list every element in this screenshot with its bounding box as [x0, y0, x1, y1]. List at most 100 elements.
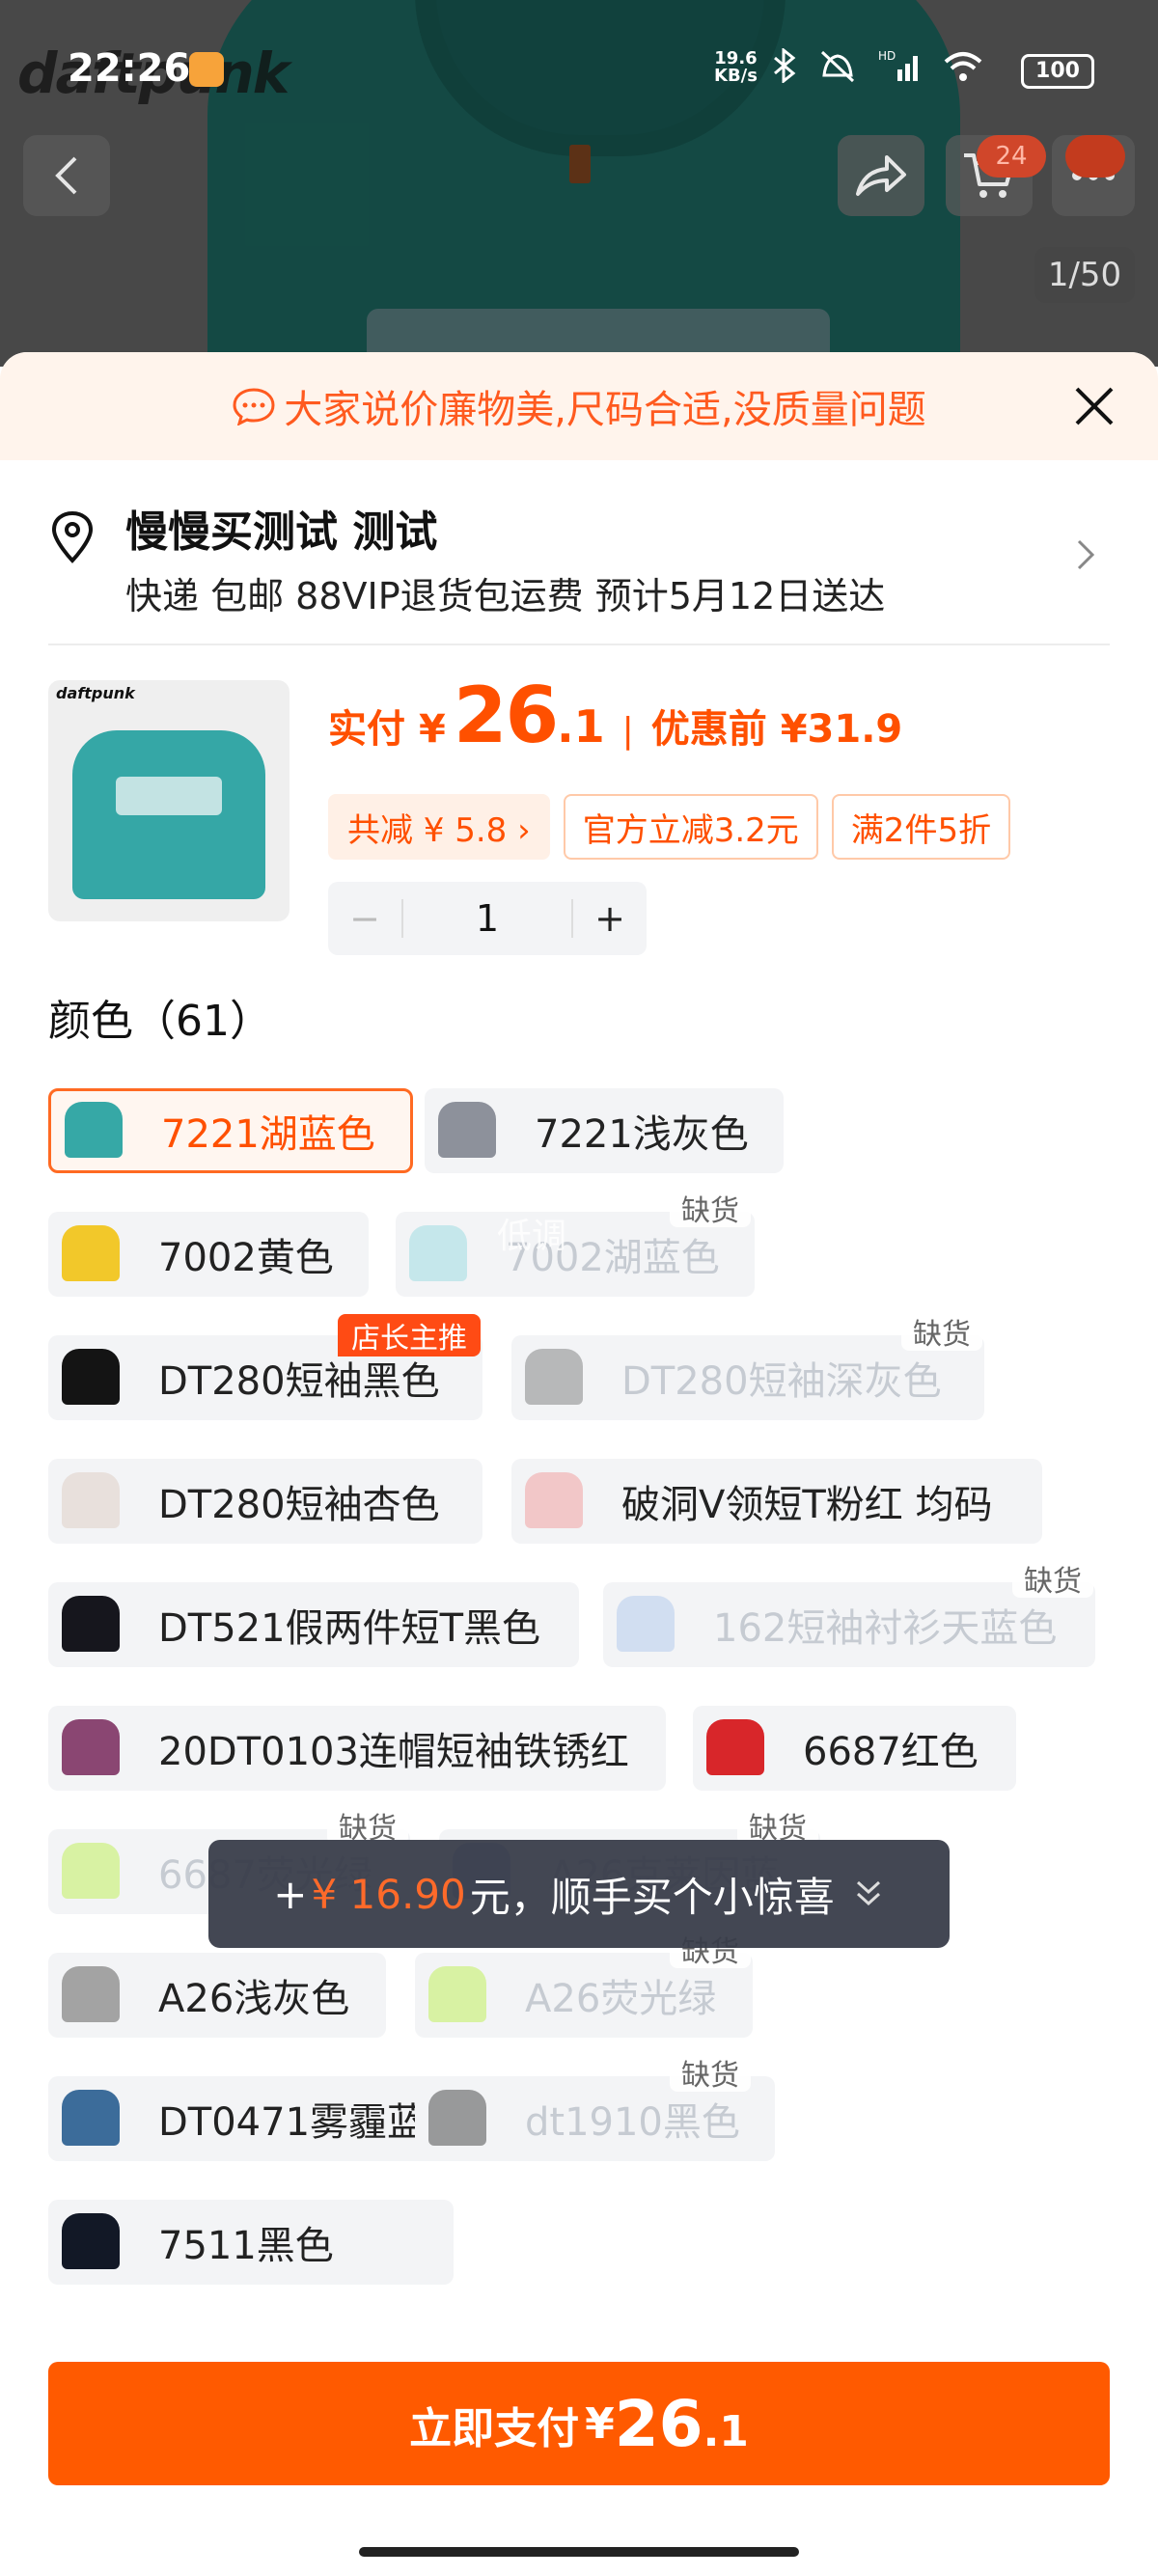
banner-text: 大家说价廉物美,尺码合适,没质量问题 — [284, 388, 926, 432]
out-of-stock-tag: 缺货 — [737, 1806, 818, 1846]
color-swatch-image — [55, 1092, 132, 1169]
color-option-label: DT280短袖杏色 — [158, 1483, 440, 1527]
color-option-label: 7511黑色 — [158, 2224, 334, 2268]
color-option-label: DT280短袖深灰色 — [621, 1359, 942, 1404]
color-swatch-image — [52, 1339, 129, 1416]
color-option-label: DT521假两件短T黑色 — [158, 1606, 541, 1651]
product-thumbnail[interactable]: daftpunk — [48, 680, 290, 921]
color-option-label: 7221浅灰色 — [535, 1112, 749, 1157]
image-overlay-text: 低调 — [497, 1217, 567, 1256]
toast-amount: ¥ 16.90 — [311, 1870, 466, 1918]
toast-text: 元，顺手买个小惊喜 — [469, 1873, 835, 1921]
color-swatch-image — [515, 1463, 593, 1540]
out-of-stock-tag: 缺货 — [670, 1189, 751, 1228]
pay-label: 立即支付 — [409, 2403, 580, 2453]
color-option[interactable]: 7002黄色 — [48, 1212, 369, 1297]
cart-count-badge: 24 — [977, 135, 1046, 178]
decrease-button[interactable]: − — [328, 897, 401, 940]
color-swatch-image — [419, 2080, 496, 2157]
official-discount-chip: 官方立减3.2元 — [563, 794, 818, 860]
out-of-stock-tag: 缺货 — [327, 1806, 408, 1846]
price-row: 实付 ¥ 26 .1 | 优惠前 ¥31.9 — [328, 671, 902, 760]
color-option[interactable]: 20DT0103连帽短袖铁锈红 — [48, 1706, 666, 1791]
review-banner: 大家说价廉物美,尺码合适,没质量问题 — [0, 352, 1158, 460]
bluetooth-icon — [774, 48, 796, 83]
increase-button[interactable]: + — [573, 897, 647, 940]
price-separator: | — [621, 711, 634, 751]
price-label: 实付 — [328, 707, 405, 752]
image-page-indicator: 1/50 — [1034, 247, 1135, 303]
color-option[interactable]: DT521假两件短T黑色 — [48, 1582, 579, 1667]
wifi-icon — [944, 52, 982, 81]
network-speed: 19.6 KB/s — [714, 48, 758, 86]
color-swatch-image — [515, 1339, 593, 1416]
color-option-label: DT280短袖黑色 — [158, 1359, 440, 1404]
product-summary: daftpunk 实付 ¥ 26 .1 | 优惠前 ¥31.9 共减 ¥ 5.8… — [48, 645, 1110, 964]
share-button[interactable] — [838, 135, 924, 216]
color-option-label: A26荧光绿 — [525, 1977, 717, 2021]
battery-indicator: 100 — [1021, 54, 1094, 89]
back-button[interactable] — [23, 135, 110, 216]
address-row[interactable]: 慢慢买测试 测试 快递 包邮 88VIP退货包运费 预计5月12日送达 — [48, 460, 1110, 645]
pay-integer: 26 — [614, 2387, 703, 2461]
chevron-double-down-icon — [856, 1880, 880, 1906]
app-notification-icon — [189, 52, 224, 87]
color-option[interactable]: 破洞V领短T粉红 均码 — [511, 1459, 1042, 1544]
color-option[interactable]: 7511黑色 — [48, 2200, 454, 2285]
color-option-label: 7221湖蓝色 — [161, 1112, 375, 1157]
out-of-stock-tag: 缺货 — [901, 1312, 982, 1352]
upsell-toast[interactable]: + ¥ 16.90 元，顺手买个小惊喜 — [208, 1840, 950, 1948]
chevron-right-icon — [1077, 539, 1095, 570]
color-swatch-image — [52, 1957, 129, 2034]
color-option-label: 20DT0103连帽短袖铁锈红 — [158, 1730, 629, 1774]
price-decimal: .1 — [557, 700, 605, 753]
out-of-stock-tag: 缺货 — [1012, 1559, 1093, 1599]
color-swatch-image — [607, 1586, 684, 1663]
color-option-label: 破洞V领短T粉红 均码 — [621, 1483, 993, 1527]
color-option[interactable]: 7221浅灰色 — [425, 1088, 784, 1173]
color-option-label: 7002黄色 — [158, 1236, 334, 1280]
price-currency: ¥ — [419, 707, 446, 752]
quantity-stepper: − 1 + — [328, 882, 647, 955]
share-icon — [856, 155, 906, 196]
color-option-label: dt1910黑色 — [525, 2100, 740, 2145]
pay-now-button[interactable]: 立即支付 ¥ 26 .1 — [48, 2362, 1110, 2485]
color-option[interactable]: 7221湖蓝色 — [48, 1088, 413, 1173]
discount-chips: 共减 ¥ 5.8 › 官方立减3.2元 满2件5折 — [328, 794, 1011, 860]
toast-prefix: + — [273, 1870, 308, 1918]
original-price: 优惠前 ¥31.9 — [650, 707, 903, 752]
color-option[interactable]: A26浅灰色 — [48, 1953, 386, 2038]
color-swatch-image — [52, 1710, 129, 1787]
color-option[interactable]: DT280短袖杏色 — [48, 1459, 482, 1544]
total-discount-chip[interactable]: 共减 ¥ 5.8 › — [328, 794, 550, 860]
color-option-label: A26浅灰色 — [158, 1977, 350, 2021]
price-integer: 26 — [453, 671, 559, 760]
message-badge — [1065, 135, 1125, 178]
close-icon[interactable] — [1073, 385, 1116, 427]
color-swatch-image — [697, 1710, 774, 1787]
thumb-brand: daftpunk — [56, 684, 135, 702]
bundle-discount-chip: 满2件5折 — [831, 794, 1011, 860]
mute-icon — [820, 50, 855, 83]
quantity-value[interactable]: 1 — [401, 899, 573, 938]
thumb-print — [116, 777, 222, 815]
color-option[interactable]: DT0471雾霾蓝 — [48, 2076, 461, 2161]
color-option-label: 6687红色 — [803, 1730, 979, 1774]
chevron-left-icon — [55, 156, 77, 195]
color-swatch-image — [428, 1092, 506, 1169]
pay-decimal: .1 — [703, 2407, 749, 2456]
chat-bubble-icon — [233, 388, 275, 425]
color-swatch-image — [400, 1216, 477, 1293]
color-swatch-image — [52, 1833, 129, 1910]
color-option[interactable]: 6687红色 — [693, 1706, 1016, 1791]
status-bar: daftpunk 22:26 19.6 KB/s HD 100 — [0, 0, 1158, 106]
shipping-info: 快递 包邮 88VIP退货包运费 预计5月12日送达 — [125, 575, 886, 617]
color-swatch-image — [52, 1586, 129, 1663]
recipient-name: 慢慢买测试 测试 — [125, 507, 438, 557]
color-swatch-image — [52, 1463, 129, 1540]
store-recommend-tag: 店长主推 — [338, 1314, 481, 1357]
color-swatch-image — [52, 2204, 129, 2281]
home-indicator[interactable] — [359, 2547, 799, 2557]
color-section-title: 颜色（61） — [48, 997, 272, 1046]
status-time: 22:26 — [68, 46, 191, 91]
